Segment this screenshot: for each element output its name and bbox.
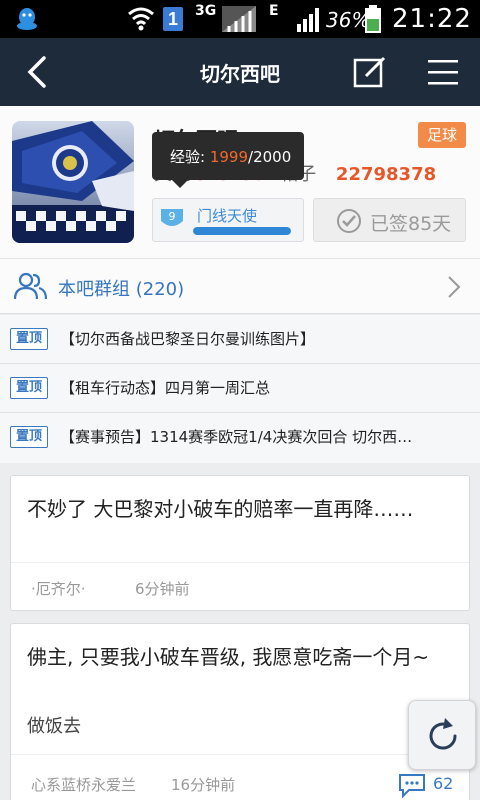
compose-icon[interactable] <box>352 54 388 90</box>
pinned-tag: 置顶 <box>10 328 48 350</box>
pinned-thread[interactable]: 置顶 【切尔西备战巴黎圣日尔曼训练图片】 <box>0 315 480 364</box>
level-number: 9 <box>168 210 176 223</box>
refresh-button[interactable] <box>408 700 476 770</box>
thread-card[interactable]: 佛主, 只要我小破车晋级, 我愿意吃斋一个月~ 做饭去 心系蓝桥永爱兰 16分钟… <box>10 623 470 800</box>
chevron-right-icon <box>448 276 461 298</box>
thread-time: 16分钟前 <box>171 776 236 794</box>
nav-bar: 切尔西吧 <box>0 38 480 106</box>
divider <box>11 754 469 755</box>
qq-icon <box>17 8 37 30</box>
level-badge: 9 <box>159 207 185 231</box>
signed-days-label: 已签85天 <box>370 213 452 235</box>
experience-tooltip: 经验: 1999/2000 <box>152 132 304 188</box>
forum-avatar <box>12 121 134 243</box>
signal-strength-icon <box>222 6 256 32</box>
battery-icon <box>365 5 381 33</box>
exp-total: /2000 <box>248 148 292 166</box>
reply-count: 62 <box>433 774 454 793</box>
thread-author[interactable]: ·厄齐尔· <box>31 578 86 599</box>
pinned-title: 【切尔西备战巴黎圣日尔曼训练图片】 <box>60 330 316 348</box>
pinned-title: 【赛事预告】1314赛季欧冠1/4决赛次回合 切尔西… <box>60 428 413 446</box>
forum-groups-row[interactable]: 本吧群组 (220) <box>0 258 480 314</box>
refresh-icon <box>429 718 457 750</box>
pinned-tag: 置顶 <box>10 426 48 448</box>
member-level[interactable]: 9 门线天使 <box>152 198 304 242</box>
pinned-thread[interactable]: 置顶 【赛事预告】1314赛季欧冠1/4决赛次回合 切尔西… <box>0 413 480 462</box>
signal-bars-icon <box>297 8 319 32</box>
thread-excerpt: 做饭去 <box>27 716 81 737</box>
thread-title: 不妙了 大巴黎对小破车的赔率一直再降…… <box>27 497 414 521</box>
exp-progress-bar <box>193 227 291 235</box>
exp-current: 1999 <box>209 148 249 166</box>
clock: 21:22 <box>392 4 472 34</box>
status-bar: 1 3G E 36% 21:22 <box>0 0 480 38</box>
comment-icon <box>399 774 425 798</box>
pinned-threads: 置顶 【切尔西备战巴黎圣日尔曼训练图片】 置顶 【租车行动态】四月第一周汇总 置… <box>0 315 480 463</box>
exp-progress-fill <box>193 227 291 235</box>
thread-author[interactable]: 心系蓝桥永爱兰 <box>31 774 136 795</box>
category-tag[interactable]: 足球 <box>418 122 466 148</box>
sign-in-button[interactable]: 已签85天 <box>313 198 466 242</box>
pinned-title: 【租车行动态】四月第一周汇总 <box>60 379 271 397</box>
groups-label: 本吧群组 (220) <box>58 279 185 300</box>
thread-time: 6分钟前 <box>135 580 190 598</box>
rank-name: 门线天使 <box>197 207 258 225</box>
pinned-thread[interactable]: 置顶 【租车行动态】四月第一周汇总 <box>0 364 480 413</box>
pinned-tag: 置顶 <box>10 377 48 399</box>
menu-icon[interactable] <box>426 56 460 88</box>
network-3g-label: 3G <box>195 3 217 19</box>
network-e-label: E <box>269 3 279 19</box>
posts-count: 22798378 <box>335 164 437 185</box>
thread-title: 佛主, 只要我小破车晋级, 我愿意吃斋一个月~ <box>27 645 430 669</box>
page-title: 切尔西吧 <box>200 62 280 86</box>
wifi-icon <box>128 7 154 31</box>
divider <box>11 562 469 563</box>
check-circle-icon <box>337 209 361 233</box>
group-icon <box>13 272 48 300</box>
exp-label: 经验: <box>170 148 206 166</box>
sim-slot-indicator: 1 <box>163 7 183 31</box>
thread-card[interactable]: 不妙了 大巴黎对小破车的赔率一直再降…… ·厄齐尔· 6分钟前 <box>10 475 470 611</box>
